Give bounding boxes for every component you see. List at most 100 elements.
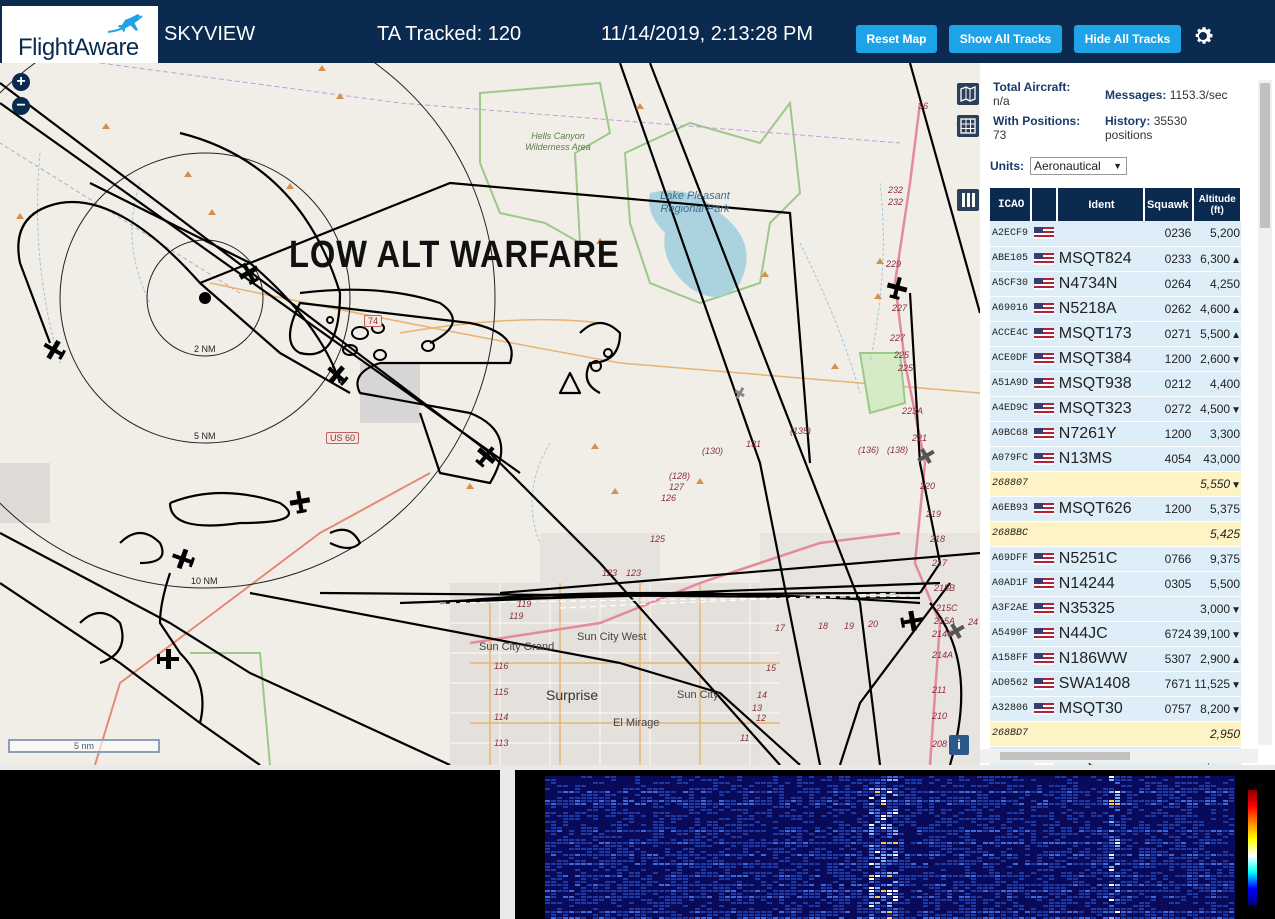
altitude-value: 4,400 xyxy=(1209,376,1240,391)
table-row[interactable]: ABE105 MSQT824 0233 6,300▲ xyxy=(990,246,1241,272)
bottom-left-pane xyxy=(0,770,500,919)
route-number: 12 xyxy=(756,713,767,723)
cell-icao: A2ECF9 xyxy=(990,221,1032,247)
zoom-in-icon[interactable]: + xyxy=(12,73,30,91)
cell-squawk: 6724 xyxy=(1144,621,1194,647)
cell-flag xyxy=(1031,621,1057,647)
route-number: 221 xyxy=(912,433,928,443)
us-flag-icon xyxy=(1034,427,1055,440)
altitude-value: 6,300 xyxy=(1200,251,1231,266)
table-row[interactable]: A2ECF9 0236 5,200 xyxy=(990,221,1241,247)
cell-squawk: 0766 xyxy=(1144,546,1194,572)
cell-icao: 268BBC xyxy=(990,521,1032,547)
table-row[interactable]: A079FC N13MS 4054 43,000 xyxy=(990,446,1241,472)
logo-text: FlightAware xyxy=(18,34,139,61)
route-number: 229 xyxy=(886,259,902,269)
table-row[interactable]: ACCE4C MSQT173 0271 5,500▲ xyxy=(990,321,1241,347)
waterfall-color-scale xyxy=(1248,790,1257,905)
show-all-tracks-button[interactable]: Show All Tracks xyxy=(949,25,1062,53)
table-row[interactable]: A6EB93 MSQT626 1200 5,375 xyxy=(990,496,1241,522)
info-icon[interactable]: i xyxy=(949,735,969,755)
table-row[interactable]: A9BC68 N7261Y 1200 3,300 xyxy=(990,421,1241,447)
altitude-value: 4,600 xyxy=(1200,301,1231,316)
cell-altitude: 5,425 xyxy=(1193,521,1241,547)
cell-squawk: 0233 xyxy=(1144,246,1194,272)
cell-squawk xyxy=(1144,471,1194,497)
settings-gear-icon[interactable] xyxy=(1191,24,1215,48)
route-number: 115 xyxy=(494,687,509,697)
units-select[interactable]: Aeronautical ▼ xyxy=(1030,157,1127,175)
route-number: 223A xyxy=(902,406,924,416)
vertical-scrollbar-thumb[interactable] xyxy=(1260,83,1270,228)
table-row[interactable]: A5490F N44JC 6724 39,100▼ xyxy=(990,621,1241,647)
route-number: (128) xyxy=(669,471,691,481)
us-flag-icon xyxy=(1034,352,1055,365)
cell-flag xyxy=(1031,371,1057,397)
cell-flag xyxy=(1031,296,1057,322)
cell-ident: N186WW xyxy=(1056,646,1145,672)
cell-flag xyxy=(1031,221,1057,247)
col-altitude[interactable]: Altitude (ft) xyxy=(1193,188,1242,221)
us-flag-icon xyxy=(1034,227,1055,240)
route-number: 36 xyxy=(918,101,929,111)
table-row[interactable]: A5CF30 N4734N 0264 4,250 xyxy=(990,271,1241,297)
range-ring-2nm-label: 2 NM xyxy=(194,344,216,354)
cell-ident xyxy=(1056,221,1145,247)
cell-altitude: 4,500▼ xyxy=(1193,396,1241,422)
map-view[interactable]: + − LOW ALT WARFARE Hells Canyon Wildern… xyxy=(0,63,980,765)
route-number: 19 xyxy=(844,621,855,631)
cell-altitude: 11,525▼ xyxy=(1193,671,1241,697)
cell-icao: AD0562 xyxy=(990,671,1032,697)
map-label-sun-city-west: Sun City West xyxy=(577,631,647,643)
map-layers-icon[interactable] xyxy=(957,83,979,105)
altitude-value: 3,000 xyxy=(1200,601,1231,616)
table-row[interactable]: A0AD1F N14244 0305 5,500 xyxy=(990,571,1241,597)
altitude-trend-icon: ▲ xyxy=(1231,329,1241,341)
cell-altitude: 3,000▼ xyxy=(1193,596,1241,622)
altitude-trend-icon: ▼ xyxy=(1231,354,1241,366)
cell-icao: 268807 xyxy=(990,471,1032,497)
hide-all-tracks-button[interactable]: Hide All Tracks xyxy=(1074,25,1181,53)
cell-ident: N5251C xyxy=(1056,546,1145,572)
table-row[interactable]: 268BBC 5,425 xyxy=(990,521,1241,547)
horizontal-scrollbar-thumb[interactable] xyxy=(1000,752,1130,760)
table-row[interactable]: 268BD7 2,950 xyxy=(990,721,1241,747)
table-row[interactable]: A4ED9C MSQT323 0272 4,500▼ xyxy=(990,396,1241,422)
cell-squawk xyxy=(1144,521,1194,547)
grid-icon[interactable] xyxy=(957,115,979,137)
cell-ident: MSQT384 xyxy=(1056,346,1145,372)
table-row[interactable]: 268807 5,550▼ xyxy=(990,471,1241,497)
cell-flag xyxy=(1031,446,1057,472)
total-aircraft-stat: Total Aircraft: n/a xyxy=(993,80,1070,108)
columns-icon[interactable] xyxy=(957,189,979,211)
cell-ident: MSQT824 xyxy=(1056,246,1145,272)
table-row[interactable]: A51A9D MSQT938 0212 4,400 xyxy=(990,371,1241,397)
table-row[interactable]: A158FF N186WW 5307 2,900▲ xyxy=(990,646,1241,672)
table-row[interactable]: ACE0DF MSQT384 1200 2,600▼ xyxy=(990,346,1241,372)
cell-ident: MSQT626 xyxy=(1056,496,1145,522)
table-row[interactable]: A3F2AE N35325 3,000▼ xyxy=(990,596,1241,622)
table-row[interactable]: A69016 N5218A 0262 4,600▲ xyxy=(990,296,1241,322)
map-canvas[interactable] xyxy=(0,63,980,765)
map-label-surprise: Surprise xyxy=(546,687,599,703)
route-number: 131 xyxy=(746,439,762,449)
altitude-value: 2,900 xyxy=(1200,651,1231,666)
table-row[interactable]: AD0562 SWA1408 7671 11,525▼ xyxy=(990,671,1241,697)
cell-altitude: 2,900▲ xyxy=(1193,646,1241,672)
table-row[interactable]: A69DFF N5251C 0766 9,375 xyxy=(990,546,1241,572)
cell-flag xyxy=(1031,471,1057,497)
cell-ident xyxy=(1056,471,1145,497)
col-flag[interactable] xyxy=(1031,188,1058,221)
table-row[interactable]: A32806 MSQT30 0757 8,200▼ xyxy=(990,696,1241,722)
reset-map-button[interactable]: Reset Map xyxy=(856,25,937,53)
route-number: 13 xyxy=(752,703,763,713)
zoom-out-icon[interactable]: − xyxy=(12,97,30,115)
cell-icao: A158FF xyxy=(990,646,1032,672)
col-ident[interactable]: Ident xyxy=(1056,188,1146,221)
cell-altitude: 5,500 xyxy=(1193,571,1241,597)
route-number: 119 xyxy=(509,611,524,621)
cell-altitude: 2,600▼ xyxy=(1193,346,1241,372)
col-squawk[interactable]: Squawk xyxy=(1144,188,1195,221)
flightaware-logo[interactable]: FlightAware xyxy=(2,6,158,64)
col-icao[interactable]: ICAO xyxy=(990,188,1033,221)
